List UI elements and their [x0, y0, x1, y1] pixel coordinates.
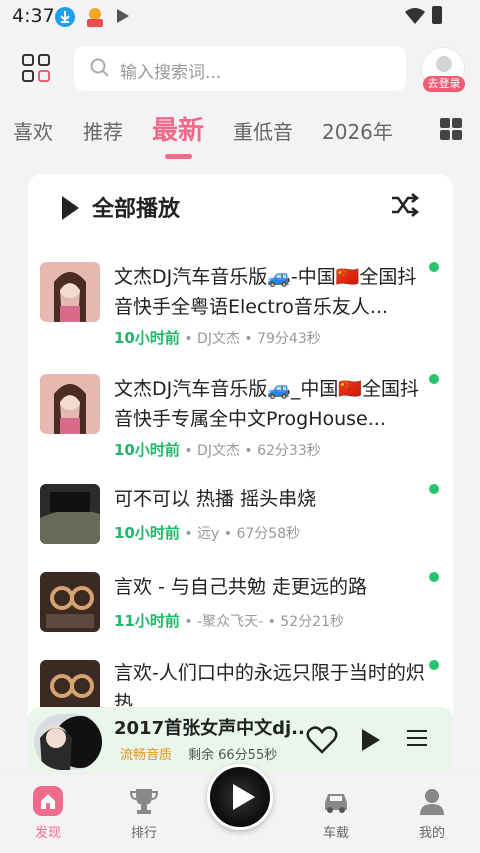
trophy-icon [129, 786, 159, 816]
song-title: 文杰DJ汽车音乐版🚙-中国🇨🇳全国抖音快手全粤语Electro音乐友人... [114, 266, 417, 318]
grid-cell [452, 130, 462, 140]
home-icon [33, 786, 63, 816]
song-cover [40, 572, 100, 632]
song-cover [40, 484, 100, 544]
nav-label: 排行 [130, 826, 157, 841]
battery-icon [432, 6, 442, 24]
nav-mine[interactable]: 我的 [402, 786, 462, 841]
song-list-card: 全部播放 文杰DJ汽车音乐版🚙-中国🇨🇳全国抖音快手全粤语Electro音乐友人… [28, 174, 453, 774]
download-icon [55, 7, 75, 27]
song-meta: 11小时前 • -聚众飞天- • 52分21秒 [114, 610, 344, 631]
grid-cell [22, 54, 34, 66]
status-bar: 4:37 [0, 0, 480, 34]
play-all-label: 全部播放 [92, 197, 181, 222]
new-indicator-dot [429, 660, 439, 670]
nav-label: 车载 [322, 826, 349, 841]
new-indicator-dot [429, 374, 439, 384]
list-line [407, 730, 427, 732]
grid-cell [440, 130, 450, 140]
nav-discover[interactable]: 发现 [18, 786, 78, 841]
user-icon [417, 786, 447, 816]
song-meta: 10小时前 • 远y • 67分58秒 [114, 522, 300, 543]
song-title: 可不可以 热播 摇头串烧 [114, 488, 317, 510]
song-artist-duration: • DJ文杰 • 62分33秒 [184, 443, 321, 459]
active-tab-indicator [165, 154, 192, 159]
grid-cell [440, 118, 450, 128]
tabs-more-grid-icon[interactable] [440, 118, 462, 140]
new-indicator-dot [429, 262, 439, 272]
list-line [407, 744, 427, 746]
song-artist-duration: • DJ文杰 • 79分43秒 [184, 331, 321, 347]
tab-2026[interactable]: 2026年 [322, 116, 393, 145]
remaining-time: 剩余 66分55秒 [188, 748, 278, 763]
search-icon [90, 58, 110, 82]
center-play-icon [233, 784, 255, 810]
song-time: 10小时前 [114, 524, 180, 542]
song-row[interactable]: 文杰DJ汽车音乐版🚙-中国🇨🇳全国抖音快手全粤语Electro音乐友人... 1… [28, 254, 453, 362]
new-indicator-dot [429, 572, 439, 582]
audio-quality-label[interactable]: 流畅音质 [120, 744, 172, 763]
song-cover [40, 374, 100, 434]
search-placeholder: 输入搜索词... [120, 63, 222, 83]
grid-cell [38, 70, 50, 82]
song-time: 10小时前 [114, 441, 180, 459]
nav-ranking[interactable]: 排行 [114, 786, 174, 841]
app-icon [84, 6, 106, 28]
mini-play-button[interactable] [362, 729, 380, 751]
mini-player-title: 2017首张女声中文dj... [114, 718, 304, 739]
search-input[interactable]: 输入搜索词... [74, 46, 406, 91]
song-artist-duration: • 远y • 67分58秒 [184, 526, 301, 542]
login-badge[interactable]: 去登录 [423, 76, 465, 92]
song-meta: 10小时前 • DJ文杰 • 79分43秒 [114, 327, 321, 348]
play-all-row[interactable]: 全部播放 [28, 174, 453, 240]
tab-heavy-bass[interactable]: 重低音 [233, 116, 293, 145]
song-title: 言欢 - 与自己共勉 走更远的路 [114, 576, 367, 598]
playlist-icon[interactable] [407, 730, 427, 751]
new-indicator-dot [429, 484, 439, 494]
wifi-icon [404, 7, 426, 29]
song-row[interactable]: 文杰DJ汽车音乐版🚙_中国🇨🇳全国抖音快手专属全中文ProgHouse... 1… [28, 366, 453, 474]
song-time: 11小时前 [114, 612, 180, 630]
category-grid-button[interactable] [22, 54, 52, 84]
grid-cell [22, 70, 34, 82]
tab-likes[interactable]: 喜欢 [13, 116, 53, 145]
tab-latest[interactable]: 最新 [152, 110, 204, 147]
song-meta: 10小时前 • DJ文杰 • 62分33秒 [114, 439, 321, 460]
song-time: 10小时前 [114, 329, 180, 347]
play-icon [117, 9, 129, 23]
grid-cell [38, 54, 50, 66]
song-row[interactable]: 言欢 - 与自己共勉 走更远的路 11小时前 • -聚众飞天- • 52分21秒 [28, 566, 453, 646]
car-icon [321, 786, 351, 816]
status-time: 4:37 [12, 5, 55, 27]
song-artist-duration: • -聚众飞天- • 52分21秒 [184, 614, 344, 630]
tab-recommended[interactable]: 推荐 [83, 116, 123, 145]
mini-player-cover [34, 714, 102, 770]
list-line [407, 737, 427, 739]
heart-icon[interactable] [306, 725, 338, 759]
category-tabs: 喜欢 推荐 最新 重低音 2026年 [0, 110, 480, 160]
grid-cell [452, 118, 462, 128]
center-play-disc[interactable] [207, 764, 273, 830]
song-row[interactable]: 可不可以 热播 摇头串烧 10小时前 • 远y • 67分58秒 [28, 478, 453, 558]
nav-label: 我的 [418, 826, 445, 841]
song-cover [40, 262, 100, 322]
play-all-icon [62, 196, 79, 220]
nav-car[interactable]: 车载 [306, 786, 366, 841]
nav-label: 发现 [34, 826, 61, 841]
song-title: 文杰DJ汽车音乐版🚙_中国🇨🇳全国抖音快手专属全中文ProgHouse... [114, 378, 420, 430]
shuffle-icon[interactable] [390, 192, 420, 222]
